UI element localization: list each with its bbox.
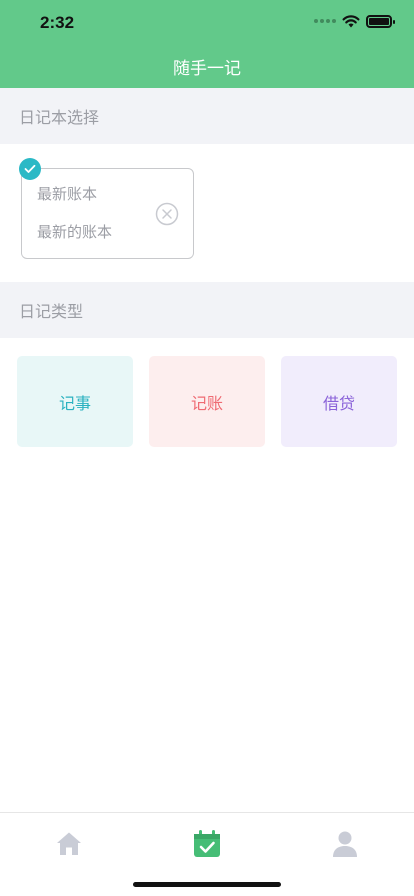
type-card-note[interactable]: 记事: [17, 356, 133, 447]
notebook-card[interactable]: 最新账本 最新的账本: [21, 168, 194, 259]
cellular-signal-icon: [314, 19, 336, 23]
home-indicator: [133, 882, 281, 887]
selected-check-icon: [19, 158, 41, 180]
type-label: 借贷: [322, 393, 355, 413]
user-icon[interactable]: [330, 829, 360, 859]
battery-icon: [366, 14, 395, 28]
type-card-loan[interactable]: 借贷: [281, 356, 397, 447]
notebook-name: 最新账本: [37, 185, 98, 203]
notebook-list: 最新账本 最新的账本: [0, 144, 414, 282]
header: 2:32 随手一记: [0, 0, 414, 88]
remove-notebook-icon[interactable]: [155, 202, 179, 226]
calendar-check-icon[interactable]: [192, 829, 222, 859]
type-label: 记事: [58, 393, 91, 413]
notebook-description: 最新的账本: [37, 223, 113, 241]
wifi-icon: [342, 15, 360, 28]
status-time: 2:32: [40, 13, 75, 32]
diary-type-list: 记事 记账 借贷: [0, 338, 414, 447]
notebook-section-header: 日记本选择: [0, 88, 414, 144]
type-card-bookkeeping[interactable]: 记账: [149, 356, 265, 447]
type-section-header: 日记类型: [0, 282, 414, 338]
status-icons: [314, 14, 395, 28]
type-label: 记账: [190, 393, 223, 413]
page-title: 随手一记: [173, 58, 241, 79]
status-bar: 2:32: [0, 0, 414, 44]
home-icon[interactable]: [54, 829, 84, 859]
